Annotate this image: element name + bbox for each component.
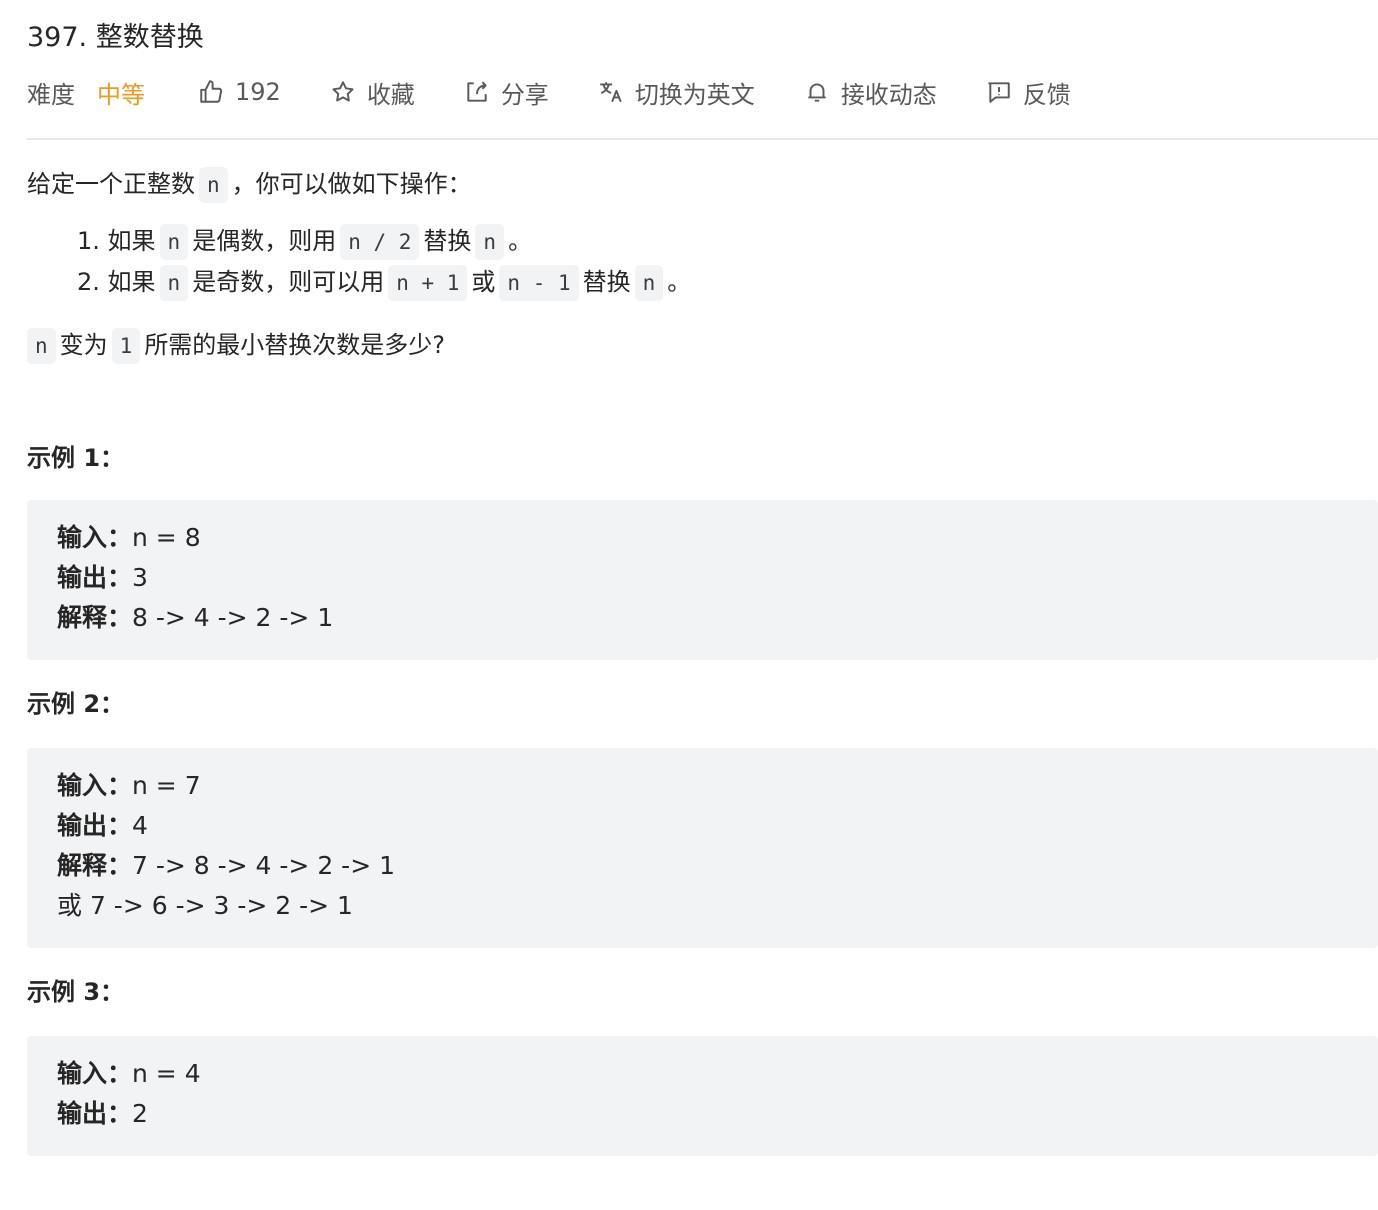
example-value: 3: [132, 563, 148, 592]
example-block: 输入：n = 8 输出：3 解释：8 -> 4 -> 2 -> 1: [27, 500, 1378, 660]
translate-button[interactable]: 切换为英文: [597, 75, 755, 110]
share-label: 分享: [500, 80, 549, 109]
inline-code: 1: [111, 328, 141, 364]
example-key: 输入：: [57, 771, 133, 800]
example-block: 输入：n = 4 输出：2: [27, 1036, 1378, 1156]
problem-page: 397. 整数替换 难度 中等 192 收藏 分享 切换为英文 接收动态 反馈 …: [0, 0, 1378, 1210]
thumbs-up-icon: [197, 78, 225, 106]
example-key: 输出：: [57, 563, 133, 592]
star-icon: [329, 78, 357, 106]
example-value: n = 4: [132, 1059, 201, 1088]
rule-text: 是偶数，则用: [192, 227, 337, 255]
example-key: 输出：: [57, 1099, 133, 1128]
problem-description: 给定一个正整数 n ，你可以做如下操作： 1. 如果 n 是偶数，则用 n / 2 替换 n。…: [27, 160, 1378, 1156]
rule-text: 。: [667, 268, 692, 296]
list-marker: 1.: [77, 227, 100, 255]
rule-text: 或: [471, 268, 496, 296]
rule-text: 是奇数，则可以用: [192, 268, 385, 296]
inline-code: n: [199, 167, 228, 203]
example-heading: 示例 1：: [27, 444, 125, 472]
example-key: 解释：: [57, 603, 133, 632]
inline-code: n: [634, 265, 664, 301]
intro-text: 给定一个正整数: [27, 170, 195, 198]
list-marker: 2.: [77, 268, 100, 296]
difficulty-label: 难度: [27, 80, 75, 109]
inline-code: n / 2: [340, 224, 420, 260]
example-value: n = 7: [132, 771, 201, 800]
example-key: 输入：: [57, 523, 133, 552]
description-question: n 变为 1 所需的最小替换次数是多少?: [27, 321, 1378, 370]
example-heading: 示例 2：: [27, 690, 125, 718]
favorite-button[interactable]: 收藏: [329, 75, 415, 110]
intro-text: ，你可以做如下操作：: [231, 170, 472, 198]
like-count: 192: [235, 78, 281, 106]
example-row: 解释：7 -> 8 -> 4 -> 2 -> 1: [57, 846, 1348, 886]
example-key: 输出：: [57, 811, 133, 840]
example-key: 输入：: [57, 1059, 133, 1088]
example-value: 4: [132, 811, 148, 840]
example-row: 输入：n = 8: [57, 518, 1348, 558]
translate-label: 切换为英文: [634, 80, 755, 109]
problem-meta-bar: 难度 中等 192 收藏 分享 切换为英文 接收动态 反馈: [27, 70, 1119, 114]
feedback-icon: [985, 78, 1013, 106]
divider: [27, 138, 1378, 140]
rule-text: 。: [508, 227, 533, 255]
subscribe-button[interactable]: 接收动态: [803, 75, 937, 110]
list-item: 1. 如果 n 是偶数，则用 n / 2 替换 n。: [27, 221, 1378, 262]
question-text: 所需的最小替换次数是多少?: [144, 331, 446, 359]
inline-code: n + 1: [388, 265, 468, 301]
example-row: 输出：3: [57, 558, 1348, 598]
description-intro: 给定一个正整数 n ，你可以做如下操作：: [27, 160, 1378, 209]
example-value: 2: [132, 1099, 148, 1128]
share-icon: [463, 78, 491, 106]
example-row: 输出：2: [57, 1094, 1348, 1134]
example-row: 输出：4: [57, 806, 1348, 846]
feedback-label: 反馈: [1022, 80, 1071, 109]
like-button[interactable]: 192: [197, 78, 281, 106]
subscribe-label: 接收动态: [840, 80, 937, 109]
example-value: 7 -> 8 -> 4 -> 2 -> 1: [132, 851, 395, 880]
rule-text: 如果: [107, 268, 156, 296]
share-button[interactable]: 分享: [463, 75, 549, 110]
example-value: 或 7 -> 6 -> 3 -> 2 -> 1: [57, 891, 353, 920]
inline-code: n - 1: [499, 265, 579, 301]
inline-code: n: [159, 265, 189, 301]
example-row: 解释：8 -> 4 -> 2 -> 1: [57, 598, 1348, 638]
example-value: n = 8: [132, 523, 201, 552]
example-block: 输入：n = 7 输出：4 解释：7 -> 8 -> 4 -> 2 -> 1 或…: [27, 748, 1378, 948]
rule-list: 1. 如果 n 是偶数，则用 n / 2 替换 n。 2. 如果 n 是奇数，则可以用 n + …: [27, 221, 1378, 303]
example-row: 输入：n = 7: [57, 766, 1348, 806]
inline-code: n: [475, 224, 505, 260]
rule-text: 如果: [107, 227, 156, 255]
rule-text: 替换: [582, 268, 631, 296]
favorite-label: 收藏: [366, 80, 415, 109]
list-item: 2. 如果 n 是奇数，则可以用 n + 1或n - 1 替换 n。: [27, 262, 1378, 303]
example-heading: 示例 3：: [27, 978, 125, 1006]
example-row: 或 7 -> 6 -> 3 -> 2 -> 1: [57, 886, 1348, 926]
rule-text: 替换: [423, 227, 472, 255]
translate-icon: [597, 78, 625, 106]
feedback-button[interactable]: 反馈: [985, 75, 1071, 110]
problem-title: 397. 整数替换: [27, 22, 204, 53]
inline-code: n: [27, 328, 56, 364]
bell-icon: [803, 78, 831, 106]
example-key: 解释：: [57, 851, 133, 880]
example-row: 输入：n = 4: [57, 1054, 1348, 1094]
inline-code: n: [159, 224, 189, 260]
example-value: 8 -> 4 -> 2 -> 1: [132, 603, 334, 632]
difficulty-badge: 中等: [97, 80, 145, 109]
question-text: 变为: [59, 331, 108, 359]
